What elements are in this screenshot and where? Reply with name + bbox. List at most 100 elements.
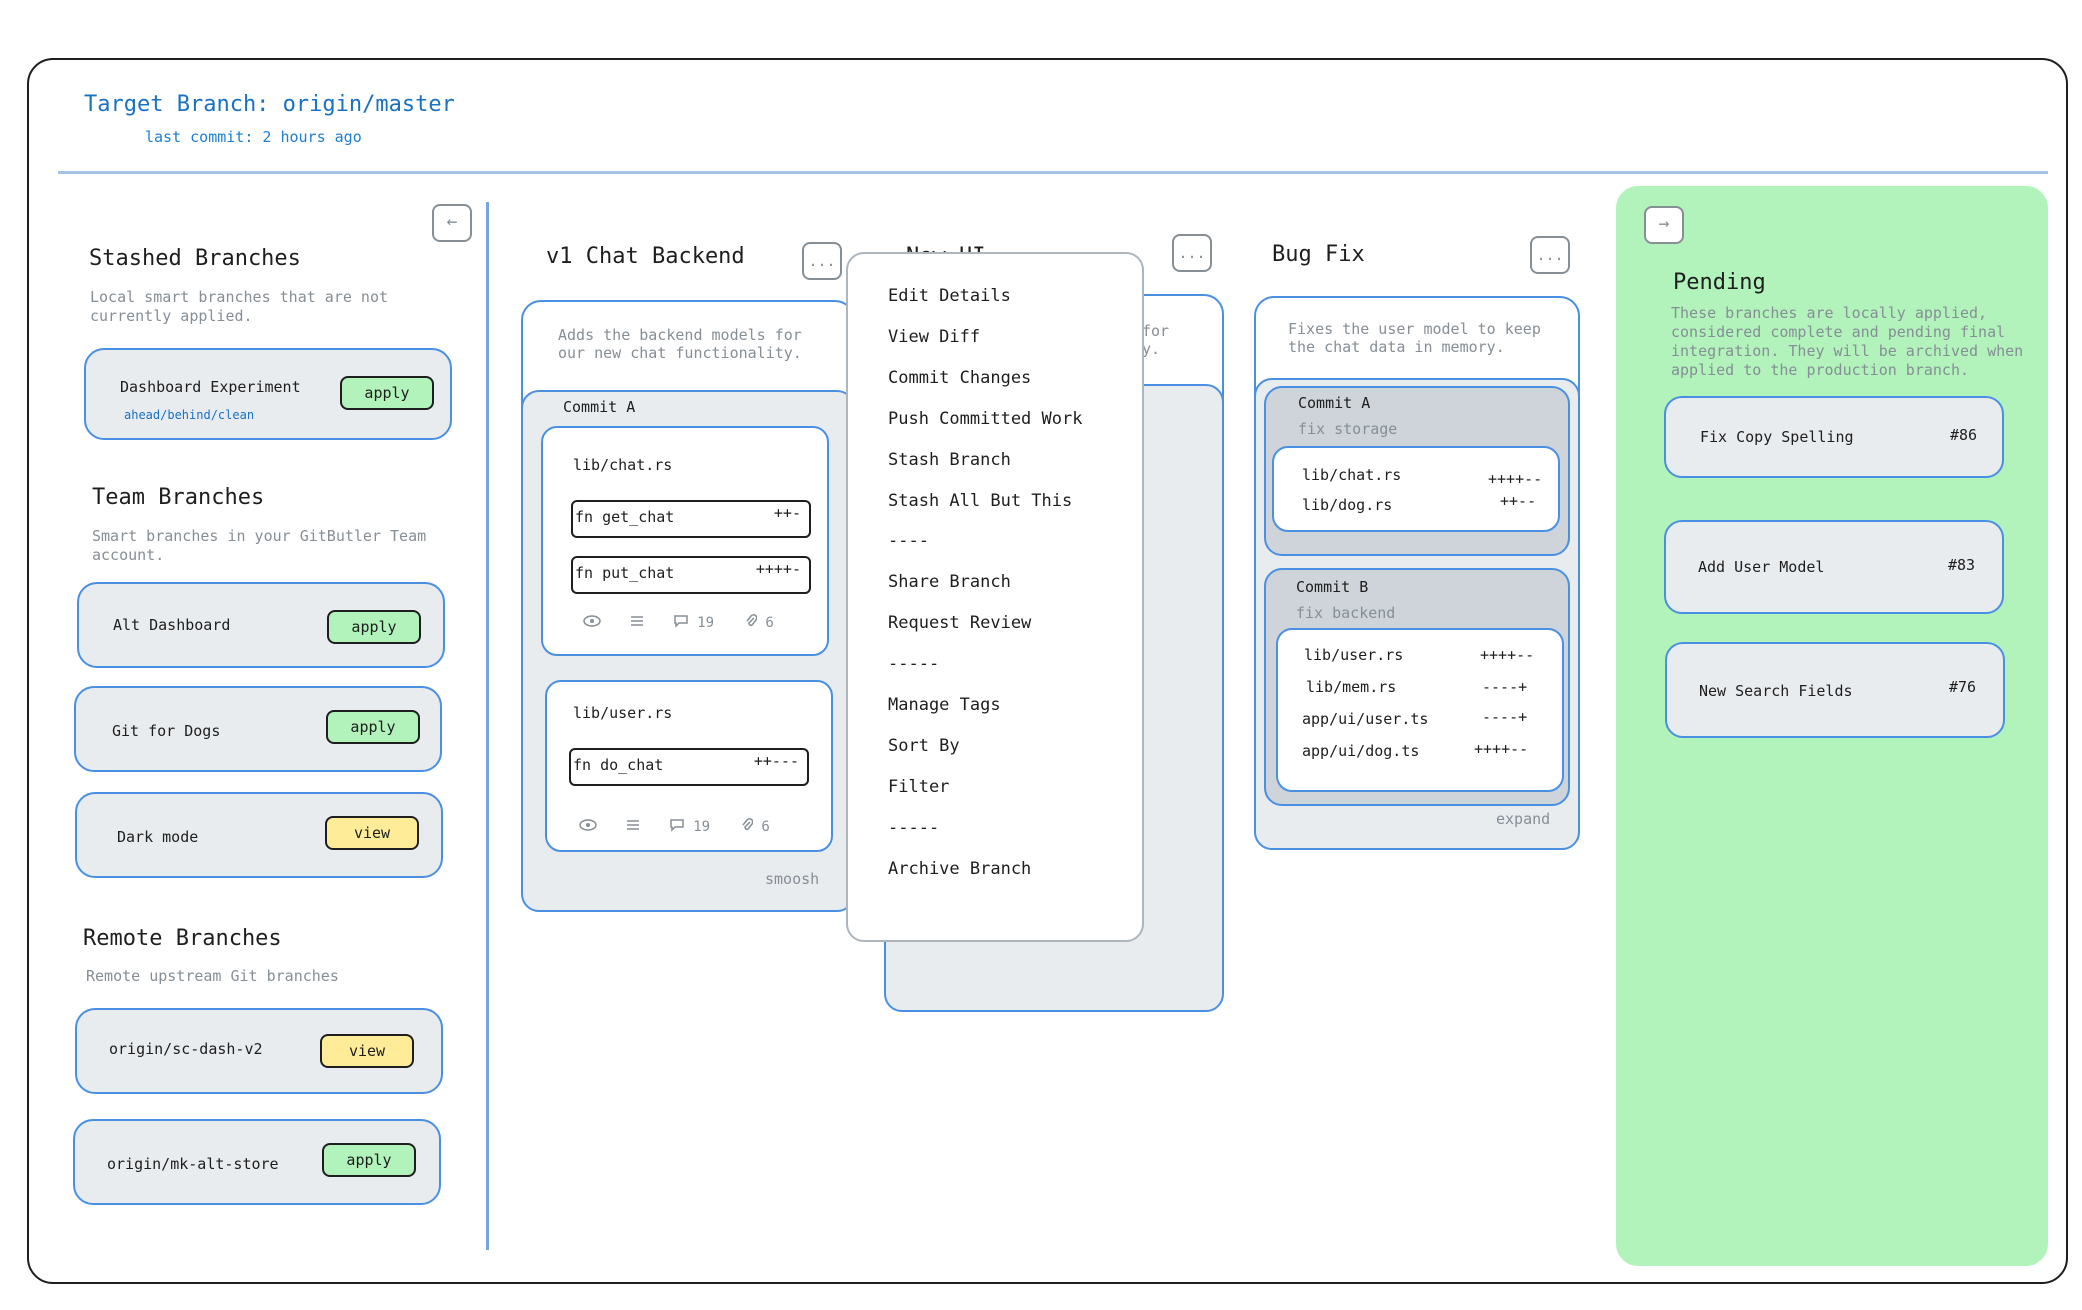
- function-hunk[interactable]: fn do_chat ++---: [569, 748, 809, 786]
- more-icon: ...: [1536, 246, 1564, 264]
- more-icon: ...: [1178, 244, 1206, 262]
- menu-commit-changes[interactable]: Commit Changes: [888, 368, 1031, 388]
- list-icon[interactable]: [626, 819, 640, 835]
- team-desc-line2: account.: [92, 546, 165, 564]
- expand-link[interactable]: expand: [1496, 810, 1550, 828]
- branch-name: Alt Dashboard: [113, 616, 231, 634]
- branch-name: origin/sc-dash-v2: [109, 1040, 263, 1058]
- menu-manage-tags[interactable]: Manage Tags: [888, 695, 1001, 715]
- branch-name: Add User Model: [1698, 558, 1825, 576]
- lane-more-button[interactable]: ...: [1172, 234, 1212, 272]
- commit-card[interactable]: Commit B fix backend lib/user.rs ++++-- …: [1264, 568, 1570, 806]
- remote-branch-card[interactable]: origin/sc-dash-v2 view: [75, 1008, 443, 1094]
- file-path[interactable]: lib/mem.rs: [1306, 678, 1396, 696]
- function-name: fn do_chat: [573, 756, 664, 774]
- pending-desc-line4: applied to the production branch.: [1671, 361, 1970, 379]
- menu-stash-all-but-this[interactable]: Stash All But This: [888, 491, 1072, 511]
- file-path[interactable]: lib/dog.rs: [1302, 496, 1392, 514]
- menu-archive-branch[interactable]: Archive Branch: [888, 859, 1031, 879]
- eye-icon[interactable]: [583, 615, 601, 631]
- function-hunk[interactable]: fn get_chat ++-: [571, 500, 811, 538]
- menu-request-review[interactable]: Request Review: [888, 613, 1031, 633]
- pending-desc-line3: integration. They will be archived when: [1671, 342, 2024, 360]
- team-branch-card[interactable]: Git for Dogs apply: [74, 686, 442, 772]
- file-meta-row: 19 6: [583, 614, 774, 632]
- lane-more-button[interactable]: ...: [1530, 236, 1570, 274]
- team-branch-card[interactable]: Dark mode view: [75, 792, 443, 878]
- paperclip-icon[interactable]: [741, 818, 754, 836]
- comment-icon[interactable]: [673, 614, 689, 632]
- stashed-branch-card[interactable]: Dashboard Experiment ahead/behind/clean …: [84, 348, 452, 440]
- menu-view-diff[interactable]: View Diff: [888, 327, 980, 347]
- commit-message: fix backend: [1296, 604, 1396, 622]
- remote-branch-card[interactable]: origin/mk-alt-store apply: [73, 1119, 441, 1205]
- diff-stat: ++-: [773, 504, 801, 522]
- pending-panel: → Pending These branches are locally app…: [1616, 186, 2048, 1266]
- branch-status: ahead/behind/clean: [124, 408, 255, 422]
- team-branches-title: Team Branches: [92, 485, 265, 510]
- pending-branch-card[interactable]: Fix Copy Spelling #86: [1664, 396, 2004, 478]
- file-path[interactable]: app/ui/dog.ts: [1302, 742, 1419, 760]
- menu-filter[interactable]: Filter: [888, 777, 949, 797]
- menu-separator: ----: [888, 531, 929, 551]
- more-icon: ...: [808, 252, 836, 270]
- function-name: fn put_chat: [575, 564, 675, 582]
- team-branch-card[interactable]: Alt Dashboard apply: [77, 582, 445, 668]
- diff-stat: ++++--: [1488, 470, 1543, 488]
- pending-branch-card[interactable]: New Search Fields #76: [1665, 642, 2005, 738]
- header-divider: [58, 171, 2048, 174]
- apply-button[interactable]: apply: [327, 610, 421, 644]
- menu-push-committed-work[interactable]: Push Committed Work: [888, 409, 1082, 429]
- pending-title: Pending: [1673, 270, 1766, 295]
- commit-card[interactable]: Commit A fix storage lib/chat.rs ++++-- …: [1264, 386, 1570, 556]
- view-button[interactable]: view: [320, 1034, 414, 1068]
- file-path[interactable]: app/ui/user.ts: [1302, 710, 1428, 728]
- view-button[interactable]: view: [325, 816, 419, 850]
- commit-group[interactable]: Commit A lib/chat.rs fn get_chat ++- fn …: [521, 390, 855, 912]
- commit-label: Commit B: [1296, 578, 1369, 596]
- menu-share-branch[interactable]: Share Branch: [888, 572, 1011, 592]
- function-hunk[interactable]: fn put_chat ++++-: [571, 556, 811, 594]
- apply-button[interactable]: apply: [326, 710, 420, 744]
- apply-button[interactable]: apply: [340, 376, 434, 410]
- file-list: lib/user.rs ++++-- lib/mem.rs ----+ app/…: [1276, 628, 1564, 792]
- menu-edit-details[interactable]: Edit Details: [888, 286, 1011, 306]
- lane-desc-line2: the chat data in memory.: [1288, 338, 1505, 356]
- branch-name: New Search Fields: [1699, 682, 1853, 700]
- commit-stack: Commit A fix storage lib/chat.rs ++++-- …: [1254, 378, 1580, 850]
- menu-stash-branch[interactable]: Stash Branch: [888, 450, 1011, 470]
- commit-label: Commit A: [1298, 394, 1371, 412]
- menu-sort-by[interactable]: Sort By: [888, 736, 960, 756]
- stashed-desc-line2: currently applied.: [90, 307, 253, 325]
- paperclip-icon[interactable]: [745, 614, 758, 632]
- lane-desc-line1: for: [1142, 322, 1170, 340]
- collapse-sidebar-button[interactable]: ←: [432, 204, 472, 242]
- remote-desc: Remote upstream Git branches: [86, 967, 339, 985]
- file-card[interactable]: lib/user.rs fn do_chat ++--- 19 6: [545, 680, 833, 852]
- file-path[interactable]: lib/chat.rs: [1302, 466, 1401, 484]
- branch-name: origin/mk-alt-store: [107, 1155, 279, 1173]
- diff-stat: ++---: [753, 752, 799, 770]
- menu-separator: -----: [888, 818, 940, 838]
- sidebar-divider: [486, 202, 489, 1250]
- smoosh-link[interactable]: smoosh: [765, 870, 819, 888]
- collapse-pending-button[interactable]: →: [1644, 206, 1684, 244]
- file-path: lib/user.rs: [573, 704, 673, 722]
- arrow-right-icon: →: [1658, 213, 1670, 234]
- remote-branches-title: Remote Branches: [83, 926, 282, 951]
- function-name: fn get_chat: [575, 508, 675, 526]
- eye-icon[interactable]: [579, 819, 597, 835]
- list-icon[interactable]: [630, 615, 644, 631]
- arrow-left-icon: ←: [446, 211, 458, 232]
- branch-name: Dark mode: [117, 828, 199, 846]
- diff-stat: ----+: [1482, 708, 1528, 726]
- apply-button[interactable]: apply: [322, 1143, 416, 1177]
- pr-number: #86: [1950, 426, 1978, 444]
- branch-name: Fix Copy Spelling: [1700, 428, 1854, 446]
- lane-desc-line2: y.: [1142, 340, 1161, 358]
- comment-icon[interactable]: [669, 818, 685, 836]
- file-path[interactable]: lib/user.rs: [1304, 646, 1403, 664]
- file-card[interactable]: lib/chat.rs fn get_chat ++- fn put_chat …: [541, 426, 829, 656]
- pending-branch-card[interactable]: Add User Model #83: [1664, 520, 2004, 614]
- lane-more-button[interactable]: ...: [802, 242, 842, 280]
